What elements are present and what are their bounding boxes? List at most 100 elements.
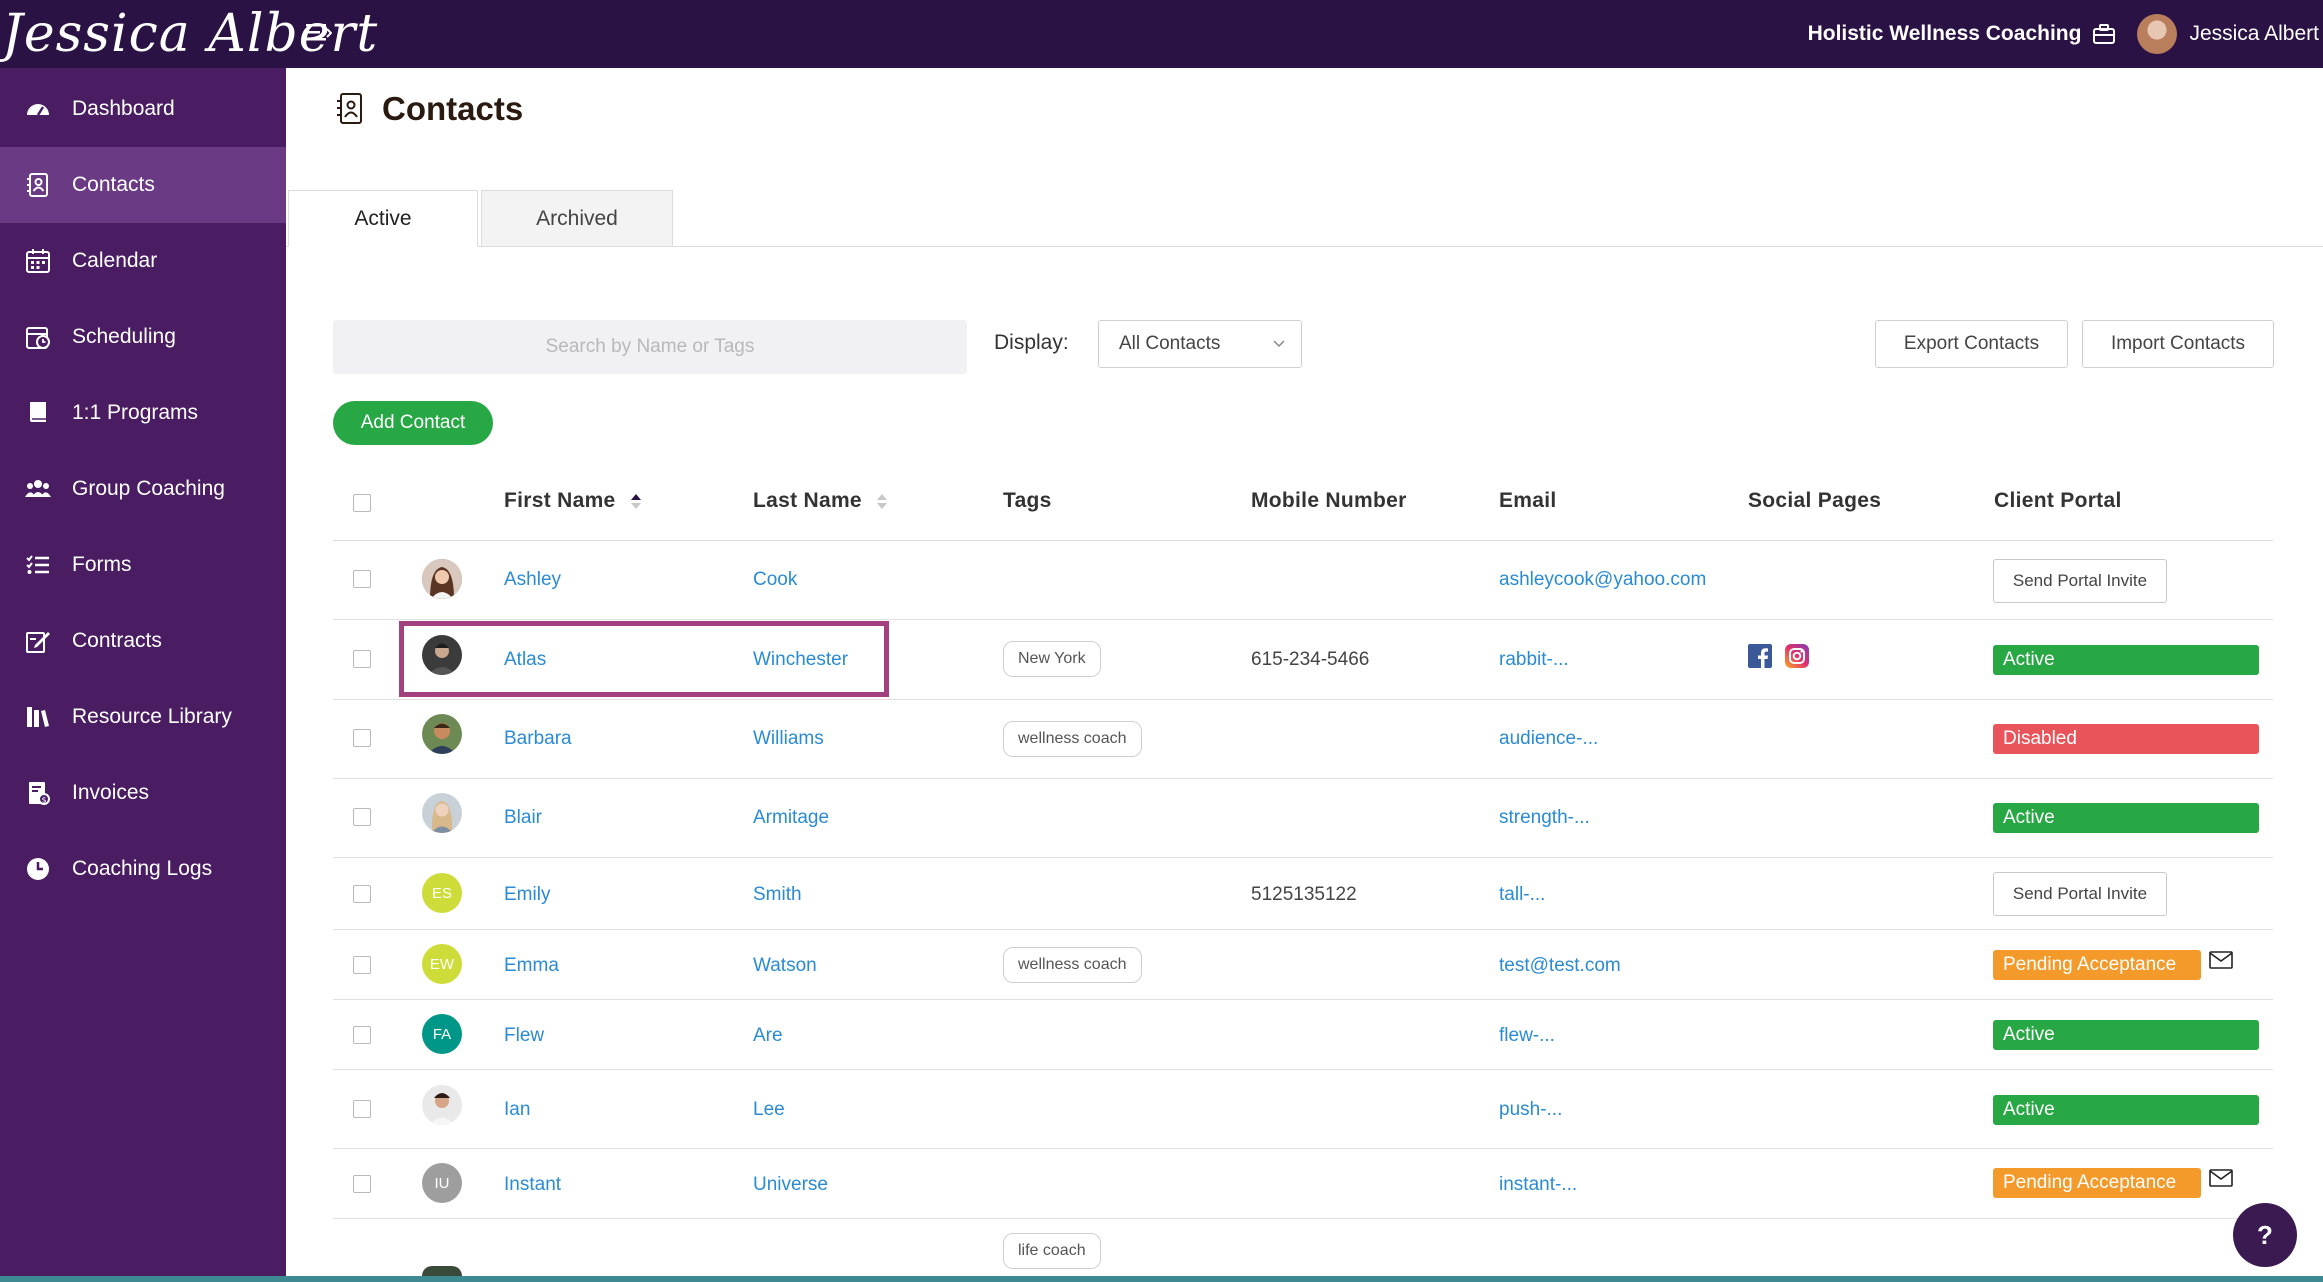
sidebar-item-resource-library[interactable]: Resource Library (0, 679, 286, 755)
row-checkbox[interactable] (353, 1026, 371, 1044)
company-name[interactable]: Holistic Wellness Coaching (1808, 22, 2082, 46)
sidebar-item-contracts[interactable]: Contracts (0, 603, 286, 679)
avatar-photo (422, 793, 462, 833)
email-link[interactable]: push-... (1499, 1099, 1562, 1121)
row-checkbox[interactable] (353, 885, 371, 903)
sidebar-item-calendar[interactable]: Calendar (0, 223, 286, 299)
avatar[interactable]: EW (422, 944, 462, 984)
last-name-link[interactable]: Cook (753, 569, 797, 591)
first-name-link[interactable]: Barbara (504, 728, 572, 750)
email-link[interactable]: test@test.com (1499, 955, 1621, 977)
sidebar-item-invoices[interactable]: $ Invoices (0, 755, 286, 831)
email-link[interactable]: rabbit-... (1499, 649, 1569, 671)
avatar-initials: ES (431, 884, 452, 902)
column-header-last-name[interactable]: Last Name (753, 489, 888, 513)
last-name-link[interactable]: Armitage (753, 807, 829, 829)
help-button[interactable]: ? (2233, 1203, 2297, 1267)
library-icon (27, 707, 49, 727)
mail-icon[interactable] (2209, 1169, 2233, 1187)
row-checkbox[interactable] (353, 808, 371, 826)
sidebar-item-dashboard[interactable]: Dashboard (0, 71, 286, 147)
display-select-value: All Contacts (1119, 333, 1221, 354)
first-name-link[interactable]: Instant (504, 1174, 561, 1196)
email-link[interactable]: strength-... (1499, 807, 1590, 829)
sidebar-item-programs[interactable]: 1:1 Programs (0, 375, 286, 451)
last-name-link[interactable]: Lee (753, 1099, 785, 1121)
avatar-initials: EW (429, 955, 455, 973)
email-link[interactable]: ashleycook@yahoo.com (1499, 569, 1706, 591)
first-name-link[interactable]: Emma (504, 955, 559, 977)
last-name-link[interactable]: Are (753, 1025, 783, 1047)
briefcase-icon[interactable] (2093, 24, 2116, 44)
select-all-checkbox[interactable] (353, 494, 371, 512)
first-name-link[interactable]: Ashley (504, 569, 561, 591)
add-contact-button[interactable]: Add Contact (333, 401, 493, 445)
row-checkbox[interactable] (353, 650, 371, 668)
book-icon (30, 402, 46, 422)
first-name-link[interactable]: Flew (504, 1025, 544, 1047)
tag-chip[interactable]: New York (1003, 641, 1101, 677)
email-link[interactable]: audience-... (1499, 728, 1598, 750)
send-portal-invite-button[interactable]: Send Portal Invite (1993, 872, 2167, 916)
selection-highlight (399, 621, 889, 697)
first-name-link[interactable]: Ian (504, 1099, 530, 1121)
avatar-initials: FA (432, 1025, 452, 1043)
avatar[interactable]: FA (422, 1014, 462, 1054)
last-name-link[interactable]: Universe (753, 1174, 828, 1196)
display-select[interactable]: All Contacts (1098, 320, 1302, 368)
user-avatar[interactable] (2137, 14, 2178, 54)
tab-archived[interactable]: Archived (481, 190, 673, 247)
sort-asc-icon[interactable] (630, 492, 642, 510)
instagram-icon[interactable] (1785, 644, 1809, 668)
row-checkbox[interactable] (353, 1175, 371, 1193)
first-name-link[interactable]: Emily (504, 884, 550, 906)
export-contacts-button[interactable]: Export Contacts (1875, 320, 2068, 368)
avatar[interactable] (422, 1085, 462, 1125)
tag-chip[interactable]: life coach (1003, 1233, 1101, 1269)
status-badge: Disabled (1993, 724, 2259, 754)
row-checkbox[interactable] (353, 956, 371, 974)
facebook-icon[interactable] (1748, 644, 1772, 668)
last-name-link[interactable]: Watson (753, 955, 817, 977)
mail-icon[interactable] (2209, 951, 2233, 969)
list-check-icon (26, 555, 49, 574)
menu-toggle-icon[interactable] (306, 22, 332, 44)
column-header-tags: Tags (1003, 489, 1052, 512)
row-divider (333, 857, 2273, 858)
avatar-initials: IU (434, 1174, 450, 1192)
sidebar-item-group-coaching[interactable]: Group Coaching (0, 451, 286, 527)
last-name-link[interactable]: Williams (753, 728, 824, 750)
tag-chip[interactable]: wellness coach (1003, 721, 1142, 757)
search-input[interactable]: Search by Name or Tags (333, 320, 967, 374)
first-name-link[interactable]: Blair (504, 807, 542, 829)
sort-icon[interactable] (876, 492, 888, 510)
avatar[interactable] (422, 559, 462, 599)
sidebar-item-coaching-logs[interactable]: Coaching Logs (0, 831, 286, 907)
last-name-link[interactable]: Smith (753, 884, 802, 906)
email-link[interactable]: instant-... (1499, 1174, 1577, 1196)
avatar[interactable] (422, 1266, 462, 1276)
sidebar-item-contacts[interactable]: Contacts (0, 147, 286, 223)
row-checkbox[interactable] (353, 729, 371, 747)
import-contacts-button[interactable]: Import Contacts (2082, 320, 2274, 368)
row-checkbox[interactable] (353, 570, 371, 588)
avatar-photo (422, 714, 462, 754)
sidebar-item-forms[interactable]: Forms (0, 527, 286, 603)
avatar[interactable]: ES (422, 873, 462, 913)
avatar[interactable]: IU (422, 1163, 462, 1203)
column-header-first-name[interactable]: First Name (504, 489, 642, 513)
sidebar-item-scheduling[interactable]: Scheduling (0, 299, 286, 375)
email-link[interactable]: flew-... (1499, 1025, 1555, 1047)
avatar[interactable] (422, 714, 462, 754)
tab-active[interactable]: Active (288, 190, 478, 247)
email-link[interactable]: tall-... (1499, 884, 1545, 906)
row-checkbox[interactable] (353, 1100, 371, 1118)
status-badge: Active (1993, 803, 2259, 833)
send-portal-invite-button[interactable]: Send Portal Invite (1993, 559, 2167, 603)
tag-chip[interactable]: wellness coach (1003, 947, 1142, 983)
row-divider (333, 999, 2273, 1000)
avatar-photo (422, 559, 462, 599)
table-header-divider (333, 540, 2273, 541)
user-name[interactable]: Jessica Albert (2189, 22, 2319, 46)
avatar[interactable] (422, 793, 462, 833)
